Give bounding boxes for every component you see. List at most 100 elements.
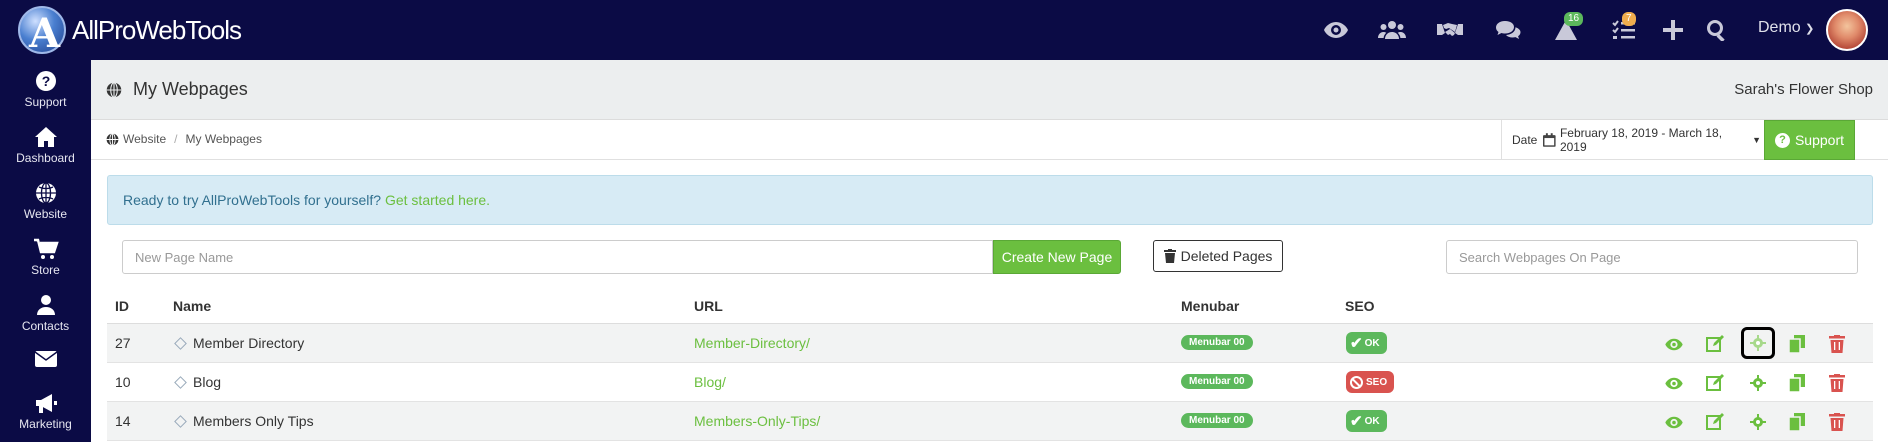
chat-icon[interactable]	[1492, 14, 1524, 46]
delete-trash-icon[interactable]	[1825, 411, 1849, 433]
megaphone-icon	[35, 394, 57, 413]
globe-icon	[106, 82, 122, 98]
edit-icon[interactable]	[1703, 411, 1727, 433]
copy-icon[interactable]	[1785, 333, 1809, 355]
row-name: Members Only Tips	[193, 413, 314, 429]
column-header-name[interactable]: Name	[173, 298, 211, 314]
plus-icon[interactable]	[1657, 14, 1689, 46]
diamond-icon	[174, 336, 187, 350]
breadcrumb: Website / My Webpages	[106, 132, 262, 146]
logo-emblem: A	[18, 6, 66, 57]
breadcrumb-current: My Webpages	[185, 132, 262, 146]
sidebar-item-dashboard[interactable]: Dashboard	[0, 126, 91, 178]
sidebar-item-support[interactable]: ? Support	[0, 70, 91, 122]
settings-gear-icon[interactable]	[1746, 411, 1770, 433]
sidebar-item-contacts[interactable]: Contacts	[0, 294, 91, 346]
delete-trash-icon[interactable]	[1825, 372, 1849, 394]
seo-status-text: OK	[1364, 415, 1380, 427]
ban-icon	[1350, 375, 1363, 389]
deleted-pages-label: Deleted Pages	[1180, 248, 1273, 264]
alert-icon[interactable]: 16	[1550, 12, 1584, 46]
support-button-label: Support	[1794, 132, 1845, 148]
row-id: 27	[115, 335, 131, 351]
table-row: 14 Members Only Tips Members-Only-Tips/ …	[107, 402, 1873, 441]
calendar-icon	[1543, 133, 1556, 147]
delete-trash-icon[interactable]	[1825, 333, 1849, 355]
user-menu[interactable]: Demo ❯	[1758, 19, 1814, 37]
home-icon	[34, 127, 57, 147]
search-icon[interactable]	[1701, 14, 1733, 46]
new-page-name-input[interactable]	[122, 240, 993, 274]
row-url-link[interactable]: Member-Directory/	[694, 335, 810, 351]
seo-status-text: SEO	[1366, 376, 1388, 388]
diamond-icon	[174, 414, 187, 428]
column-header-seo[interactable]: SEO	[1345, 298, 1375, 314]
sidebar-item-label: Website	[23, 207, 68, 221]
top-navbar: A AllProWebTools 16 7 Demo ❯	[0, 0, 1888, 60]
sidebar-item-marketing[interactable]: Marketing	[0, 392, 91, 442]
svg-text:?: ?	[41, 73, 50, 89]
column-header-id[interactable]: ID	[115, 298, 129, 314]
diamond-icon	[174, 375, 187, 389]
table-row: 27 Member Directory Member-Directory/ Me…	[107, 324, 1873, 363]
webpages-table: ID Name URL Menubar SEO 27 Member Direct…	[107, 290, 1873, 441]
menubar-badge: Menubar 00	[1181, 374, 1253, 389]
view-eye-icon[interactable]	[1662, 333, 1686, 355]
support-button[interactable]: ? Support	[1764, 120, 1855, 160]
question-circle-icon: ?	[1774, 132, 1790, 148]
row-name-cell: Member Directory	[174, 335, 304, 351]
row-name-cell: Blog	[174, 374, 222, 390]
check-icon: ✔	[1350, 413, 1363, 430]
seo-status-badge[interactable]: ✔ OK	[1346, 410, 1387, 432]
date-range-picker[interactable]: Date February 18, 2019 - March 18, 2019 …	[1501, 120, 1761, 160]
alert-text: Ready to try AllProWebTools for yourself…	[123, 192, 382, 208]
seo-status-badge[interactable]: SEO	[1346, 371, 1395, 393]
breadcrumb-website[interactable]: Website	[123, 132, 166, 146]
view-eye-icon[interactable]	[1662, 372, 1686, 394]
app-logo[interactable]: A AllProWebTools	[18, 4, 242, 57]
envelope-icon	[34, 351, 57, 367]
sidebar-item-label: Dashboard	[16, 151, 75, 165]
sidebar-item-website[interactable]: Website	[0, 182, 91, 234]
copy-icon[interactable]	[1785, 372, 1809, 394]
row-url-link[interactable]: Blog/	[694, 374, 726, 390]
page-header: My Webpages Sarah's Flower Shop	[91, 60, 1888, 120]
seo-status-badge[interactable]: ✔ OK	[1346, 332, 1387, 354]
sidebar-item-store[interactable]: Store	[0, 238, 91, 290]
column-header-url[interactable]: URL	[694, 298, 723, 314]
trash-icon	[1163, 249, 1176, 263]
search-webpages-input[interactable]	[1446, 240, 1858, 274]
settings-gear-icon[interactable]	[1746, 372, 1770, 394]
menubar-badge: Menubar 00	[1181, 335, 1253, 350]
row-id: 10	[115, 374, 131, 390]
page-title: My Webpages	[133, 79, 248, 99]
notifications-badge: 16	[1564, 12, 1584, 26]
task-list-icon[interactable]: 7	[1608, 12, 1640, 46]
edit-icon[interactable]	[1703, 372, 1727, 394]
avatar[interactable]	[1826, 9, 1868, 51]
breadcrumb-separator: /	[174, 132, 178, 146]
deleted-pages-button[interactable]: Deleted Pages	[1153, 240, 1283, 272]
copy-icon[interactable]	[1785, 411, 1809, 433]
tasks-badge: 7	[1622, 12, 1636, 26]
cart-icon	[33, 238, 59, 259]
sidebar-item-label: Contacts	[21, 319, 70, 333]
row-url-link[interactable]: Members-Only-Tips/	[694, 413, 820, 429]
view-eye-icon[interactable]	[1662, 411, 1686, 433]
check-icon: ✔	[1350, 335, 1363, 352]
create-new-page-button[interactable]: Create New Page	[993, 240, 1121, 274]
row-id: 14	[115, 413, 131, 429]
shop-name: Sarah's Flower Shop	[1734, 81, 1873, 98]
sidebar-item-label: Marketing	[19, 417, 72, 431]
column-header-menubar[interactable]: Menubar	[1181, 298, 1239, 314]
eye-icon[interactable]	[1320, 14, 1352, 46]
edit-icon[interactable]	[1703, 333, 1727, 355]
seo-status-text: OK	[1364, 337, 1380, 349]
get-started-link[interactable]: Get started here.	[385, 192, 490, 208]
breadcrumb-bar: Website / My Webpages Date February 18, …	[91, 120, 1888, 160]
settings-gear-icon[interactable]	[1741, 327, 1775, 359]
row-name: Blog	[193, 374, 222, 390]
logo-text: AllProWebTools	[72, 15, 242, 45]
handshake-icon[interactable]	[1434, 14, 1466, 46]
users-icon[interactable]	[1376, 14, 1408, 46]
